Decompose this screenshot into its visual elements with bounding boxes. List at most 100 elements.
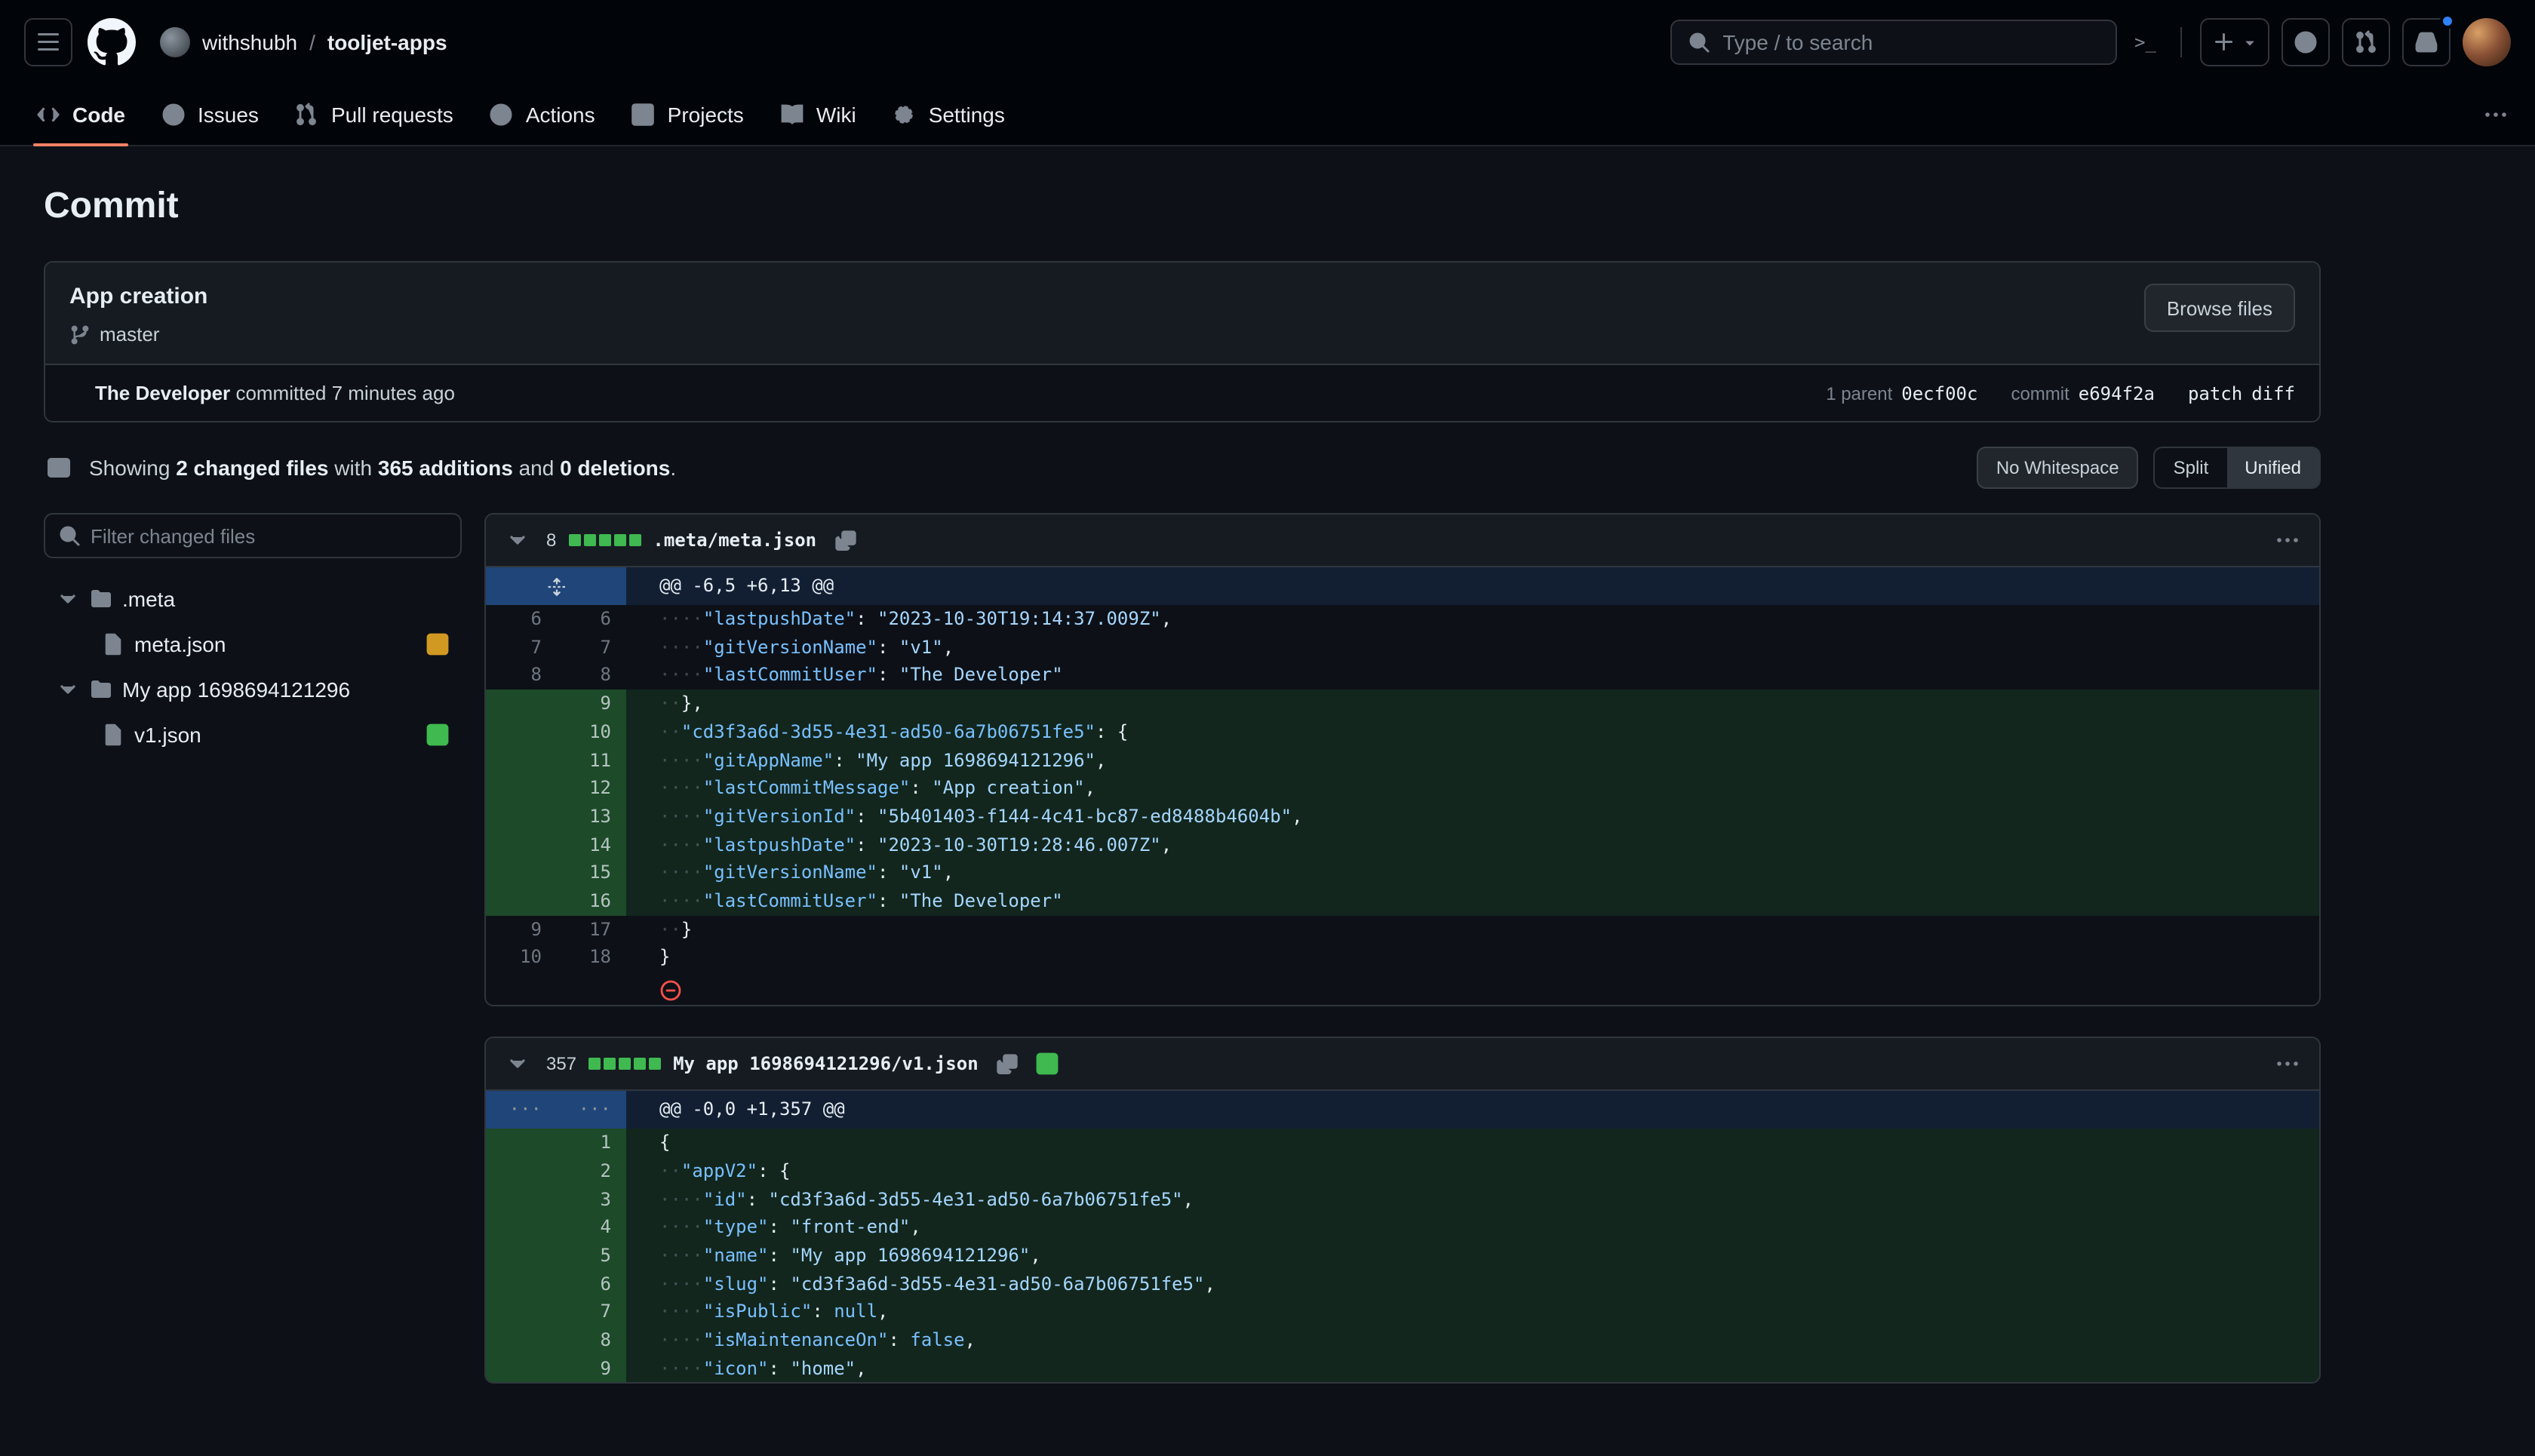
tree-file-v1-json[interactable]: v1.json: [44, 712, 462, 757]
diff-line: 9··},: [486, 690, 2319, 717]
new-line-number: 12: [557, 774, 626, 802]
line-content: ····"lastCommitUser": "The Developer": [626, 887, 2319, 915]
tab-settings[interactable]: Settings: [874, 84, 1023, 145]
new-line-number: 3: [557, 1185, 626, 1213]
collapse-file-button[interactable]: [501, 1047, 534, 1080]
new-line-number: 8: [557, 662, 626, 690]
line-content: ····"lastCommitUser": "The Developer": [626, 662, 2319, 690]
old-line-number: [486, 859, 557, 887]
nav-overflow-button[interactable]: [2475, 94, 2517, 136]
tab-wiki[interactable]: Wiki: [762, 84, 874, 145]
kebab-icon: [2275, 1052, 2300, 1076]
line-content: ····"gitVersionName": "v1",: [626, 859, 2319, 887]
global-search[interactable]: [1670, 20, 2116, 65]
tree-file-meta-json[interactable]: meta.json: [44, 622, 462, 667]
file-tree-toggle-button[interactable]: [44, 453, 74, 483]
diff-line: 9····"icon": "home",: [486, 1355, 2319, 1383]
old-line-number: [486, 774, 557, 802]
tree-folder-my-app[interactable]: My app 1698694121296: [44, 667, 462, 712]
pull-requests-header-button[interactable]: [2342, 18, 2390, 66]
branch-name: master: [100, 323, 159, 346]
copy-path-button[interactable]: [991, 1047, 1024, 1080]
command-palette-button[interactable]: >_: [2128, 26, 2162, 59]
hunk-gutter: ······: [486, 1091, 626, 1129]
copy-path-button[interactable]: [828, 524, 862, 557]
old-line-number: [486, 1242, 557, 1270]
new-line-number: 11: [557, 746, 626, 774]
diff-link[interactable]: diff: [2251, 382, 2295, 404]
github-logo[interactable]: [88, 18, 136, 66]
hamburger-button[interactable]: [24, 18, 72, 66]
line-content: {: [626, 1129, 2319, 1157]
line-content: ····"gitAppName": "My app 1698694121296"…: [626, 746, 2319, 774]
header-actions: >_: [1670, 18, 2511, 66]
file-options-button[interactable]: [2271, 1047, 2304, 1080]
no-newline-icon: [659, 978, 682, 1001]
unified-view-button[interactable]: Unified: [2226, 448, 2319, 487]
line-content: ····"lastpushDate": "2023-10-30T19:14:37…: [626, 605, 2319, 633]
old-line-number: 9: [486, 915, 557, 943]
tab-code[interactable]: Code: [18, 84, 143, 145]
line-content: ····"type": "front-end",: [626, 1214, 2319, 1242]
diff-line: 13····"gitVersionId": "5b401403-f144-4c4…: [486, 803, 2319, 831]
file-path[interactable]: My app 1698694121296/v1.json: [673, 1053, 979, 1074]
tab-pull-requests[interactable]: Pull requests: [277, 84, 472, 145]
tree-folder-meta[interactable]: .meta: [44, 576, 462, 622]
create-new-button[interactable]: [2200, 18, 2269, 66]
commit-author: The Developer: [95, 382, 230, 404]
inbox-button[interactable]: [2402, 18, 2450, 66]
tab-actions[interactable]: Actions: [472, 84, 613, 145]
split-view-button[interactable]: Split: [2156, 448, 2227, 487]
tab-issues[interactable]: Issues: [143, 84, 277, 145]
parent-label: 1 parent: [1826, 382, 1892, 404]
sidebar-toggle-icon: [47, 456, 71, 480]
collapse-file-button[interactable]: [501, 524, 534, 557]
folder-icon: [89, 587, 113, 611]
breadcrumb-separator: /: [309, 30, 315, 54]
line-content: ····"id": "cd3f3a6d-3d55-4e31-ad50-6a7b0…: [626, 1185, 2319, 1213]
filter-changed-files-input[interactable]: [44, 513, 462, 558]
old-line-number: [486, 1270, 557, 1298]
patch-link[interactable]: patch: [2188, 382, 2242, 404]
breadcrumb-repo[interactable]: tooljet-apps: [327, 30, 447, 54]
chevron-down-icon: [56, 587, 80, 611]
gear-icon: [893, 103, 917, 127]
old-line-number: [486, 1298, 557, 1326]
file-path[interactable]: .meta/meta.json: [653, 530, 816, 551]
hunk-header-row: @@ -6,5 +6,13 @@: [486, 567, 2319, 605]
diff-line: 88····"lastCommitUser": "The Developer": [486, 662, 2319, 690]
line-content: ··}: [626, 915, 2319, 943]
kebab-icon: [2275, 528, 2300, 552]
new-line-number: 8: [557, 1326, 626, 1354]
diff-line: 15····"gitVersionName": "v1",: [486, 859, 2319, 887]
parent-sha-link[interactable]: 0ecf00c: [1901, 382, 1977, 404]
tree-item-label: v1.json: [134, 723, 201, 747]
old-line-number: [486, 831, 557, 859]
issue-opened-icon: [161, 103, 186, 127]
whitespace-button[interactable]: No Whitespace: [1977, 447, 2139, 489]
diff-line: 10··"cd3f3a6d-3d55-4e31-ad50-6a7b06751fe…: [486, 718, 2319, 746]
commit-hashes: 1 parent 0ecf00c commit e694f2a patch di…: [1826, 382, 2295, 404]
old-line-number: [486, 887, 557, 915]
diffstat-blocks: [568, 534, 641, 546]
tab-projects[interactable]: Projects: [613, 84, 762, 145]
browse-files-button[interactable]: Browse files: [2144, 284, 2295, 332]
diff-line: 77····"gitVersionName": "v1",: [486, 633, 2319, 661]
diff-view-toggle: Split Unified: [2154, 447, 2321, 489]
line-content: ····"name": "My app 1698694121296",: [626, 1242, 2319, 1270]
file-options-button[interactable]: [2271, 524, 2304, 557]
line-content: ····"gitVersionName": "v1",: [626, 633, 2319, 661]
expand-hunk-button[interactable]: [486, 567, 626, 605]
diff-line: 8····"isMaintenanceOn": false,: [486, 1326, 2319, 1354]
book-icon: [780, 103, 804, 127]
new-line-number: 7: [557, 633, 626, 661]
search-input[interactable]: [1722, 30, 2100, 54]
user-avatar[interactable]: [2463, 18, 2511, 66]
breadcrumb-owner[interactable]: withshubh: [202, 30, 297, 54]
issues-header-button[interactable]: [2282, 18, 2330, 66]
chevron-down-icon: [56, 677, 80, 702]
commit-box: App creation master Browse files The Dev…: [44, 261, 2321, 422]
diff-panels: 8.meta/meta.json@@ -6,5 +6,13 @@66····"l…: [484, 513, 2321, 1415]
file-tree: .meta meta.json My app 1698694121296: [44, 576, 462, 757]
page-root: withshubh / tooljet-apps >_: [0, 0, 2535, 1456]
